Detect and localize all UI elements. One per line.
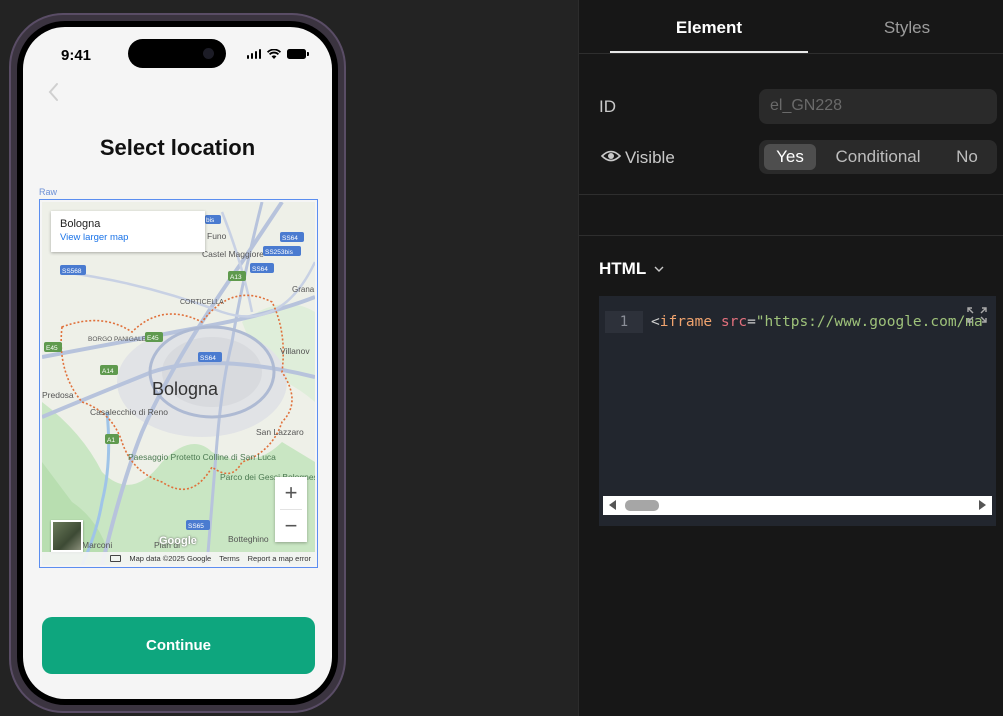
visible-label: Visible bbox=[625, 148, 675, 167]
phone-frame: 9:41 Select location Raw Bologna Castel … bbox=[9, 13, 346, 713]
id-field[interactable]: el_GN228 bbox=[759, 89, 997, 124]
visible-option-conditional[interactable]: Conditional bbox=[826, 144, 930, 170]
map-info-card: Bologna View larger map bbox=[51, 211, 205, 252]
code-line[interactable]: <iframe src="https://www.google.com/ma bbox=[651, 311, 988, 333]
continue-button[interactable]: Continue bbox=[42, 617, 315, 674]
report-map-error-link[interactable]: Report a map error bbox=[248, 554, 311, 563]
phone-screen: 9:41 Select location Raw Bologna Castel … bbox=[23, 27, 332, 699]
properties-panel: Element Styles ID el_GN228 Visible Yes C… bbox=[578, 0, 1003, 716]
shield-a1: A1 bbox=[107, 437, 115, 444]
horizontal-scrollbar[interactable] bbox=[603, 496, 992, 515]
map-place-name: Bologna bbox=[60, 218, 101, 230]
visible-option-no[interactable]: No bbox=[943, 144, 991, 170]
map-label-paesaggio: Paesaggio Protetto Colline di San Luca bbox=[128, 452, 276, 462]
divider bbox=[579, 235, 1003, 236]
shield-a13: A13 bbox=[230, 274, 242, 281]
html-section-toggle[interactable]: HTML bbox=[599, 259, 664, 279]
line-number: 1 bbox=[605, 311, 643, 333]
map-label-marconi: Marconi bbox=[82, 540, 112, 550]
svg-text:Castel Maggiore: Castel Maggiore bbox=[202, 249, 264, 259]
shield-ss64-a: SS64 bbox=[282, 235, 298, 242]
html-code-editor[interactable]: 1 <iframe src="https://www.google.com/ma bbox=[599, 296, 996, 526]
map-city-label: Bologna bbox=[152, 379, 219, 399]
shield-bis: bis bbox=[206, 217, 215, 224]
shield-a14: A14 bbox=[102, 368, 114, 375]
zoom-control: + − bbox=[275, 477, 307, 542]
tab-element[interactable]: Element bbox=[610, 18, 808, 38]
map-label-casalecchio: Casalecchio di Reno bbox=[90, 407, 168, 417]
html-heading-label: HTML bbox=[599, 259, 647, 278]
view-larger-map-link[interactable]: View larger map bbox=[60, 232, 196, 243]
code-equals: = bbox=[747, 314, 756, 330]
map-label-predosa: Predosa bbox=[42, 390, 74, 400]
divider bbox=[579, 194, 1003, 195]
back-chevron-icon[interactable] bbox=[45, 81, 63, 103]
eye-icon bbox=[601, 150, 621, 162]
shield-e45-b: E45 bbox=[46, 345, 58, 352]
scroll-left-arrow-icon[interactable] bbox=[609, 500, 616, 510]
page-title: Select location bbox=[99, 135, 256, 160]
keyboard-shortcuts-icon[interactable] bbox=[110, 555, 122, 562]
shield-ss64-b: SS64 bbox=[252, 266, 268, 273]
signal-icon bbox=[246, 49, 261, 59]
battery-icon bbox=[287, 49, 309, 59]
code-string: "https://www.google.com/ma bbox=[755, 314, 983, 330]
visibility-segmented-control: Yes Conditional No bbox=[759, 140, 997, 174]
status-bar: 9:41 bbox=[23, 27, 332, 73]
scroll-thumb[interactable] bbox=[625, 500, 659, 511]
map-label-borgo: BORGO PANIGALE bbox=[88, 336, 147, 343]
raw-block-label: Raw bbox=[39, 187, 58, 197]
visible-option-yes[interactable]: Yes bbox=[764, 144, 816, 170]
map-label-granarolo: Grana dell'E bbox=[292, 285, 315, 294]
shield-e45-a: E45 bbox=[147, 335, 159, 342]
map-label-funo: Funo bbox=[207, 231, 227, 241]
zoom-in-button[interactable]: + bbox=[275, 477, 307, 509]
map-label-botteghino: Botteghino bbox=[228, 534, 269, 544]
map-label-villanova: Villanov bbox=[280, 346, 310, 356]
map-footer: Map data ©2025 Google Terms Report a map… bbox=[42, 552, 315, 565]
map-view[interactable]: Bologna Castel Maggiore Funo CORTICELLA … bbox=[42, 202, 315, 565]
shield-ss568: SS568 bbox=[62, 268, 82, 275]
status-icons bbox=[246, 49, 309, 59]
phone-bezel: 9:41 Select location Raw Bologna Castel … bbox=[17, 21, 338, 705]
status-time: 9:41 bbox=[61, 47, 92, 64]
wifi-icon bbox=[267, 49, 281, 59]
code-open-bracket: < bbox=[651, 314, 660, 330]
chevron-down-icon bbox=[654, 266, 664, 272]
id-label: ID bbox=[599, 97, 616, 116]
panel-tabs: Element Styles bbox=[579, 0, 1003, 54]
tab-styles[interactable]: Styles bbox=[808, 18, 1003, 38]
scroll-right-arrow-icon[interactable] bbox=[979, 500, 986, 510]
map-label-corticella: CORTICELLA bbox=[180, 299, 224, 306]
expand-icon[interactable] bbox=[966, 306, 988, 324]
shield-ss65: SS65 bbox=[188, 523, 204, 530]
shield-ss64-c: SS64 bbox=[200, 355, 216, 362]
map-data-attribution: Map data ©2025 Google bbox=[129, 554, 212, 563]
shield-ss253bis: SS253bis bbox=[265, 249, 294, 256]
dynamic-island bbox=[128, 39, 226, 68]
code-attr: src bbox=[720, 314, 748, 330]
map-embed-frame[interactable]: Bologna Castel Maggiore Funo CORTICELLA … bbox=[39, 199, 318, 568]
map-label-san-lazzaro: San Lazzaro bbox=[256, 427, 304, 437]
google-logo: Google bbox=[159, 535, 197, 547]
map-terms-link[interactable]: Terms bbox=[219, 554, 239, 563]
map-label-castel: Castel Maggiore bbox=[202, 249, 264, 259]
active-tab-indicator bbox=[610, 51, 808, 53]
satellite-layer-toggle[interactable] bbox=[51, 520, 83, 552]
zoom-out-button[interactable]: − bbox=[275, 510, 307, 542]
code-tag: iframe bbox=[659, 314, 713, 330]
